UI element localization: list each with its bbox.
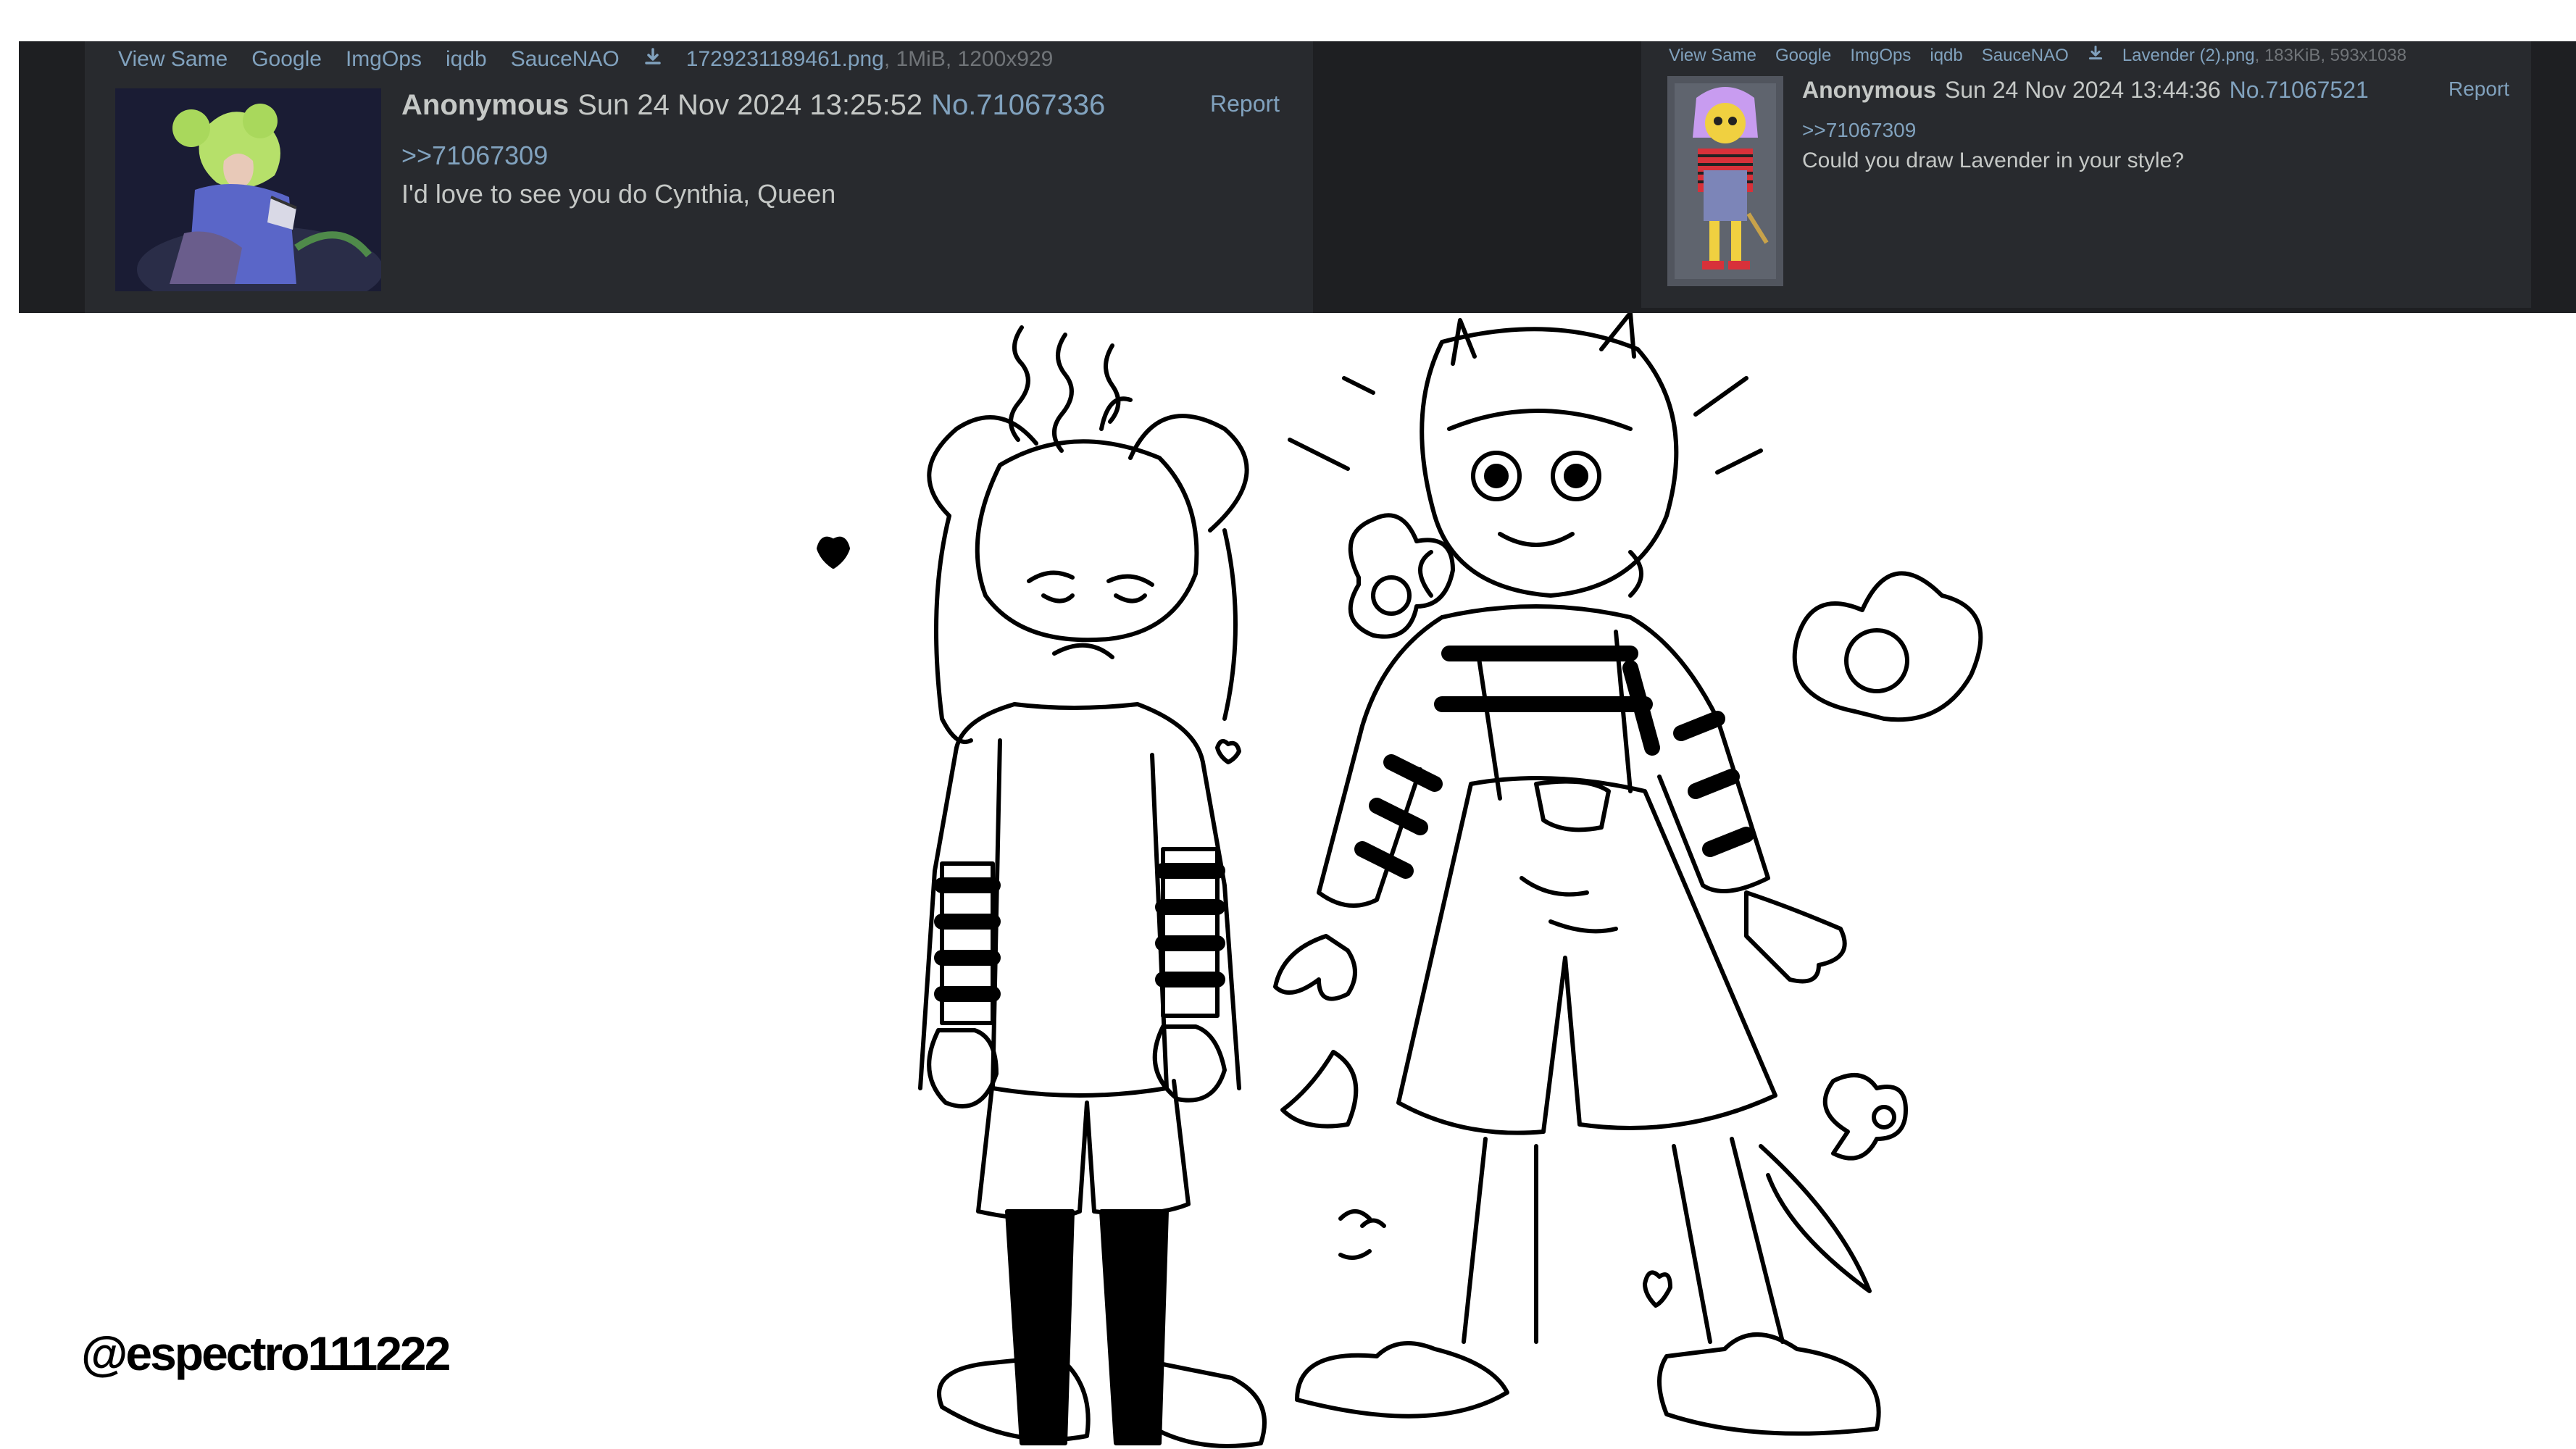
poster-name: Anonymous: [401, 89, 570, 121]
post-thumbnail[interactable]: [115, 88, 381, 291]
view-same-link[interactable]: View Same: [1669, 46, 1756, 66]
post-thumbnail[interactable]: [1667, 76, 1783, 286]
file-meta: , 1MiB, 1200x929: [883, 47, 1054, 71]
iqdb-link[interactable]: iqdb: [446, 47, 487, 72]
character-drawing: [817, 313, 1983, 1448]
file-name-link[interactable]: Lavender (2).png: [2122, 46, 2255, 66]
artist-watermark: @espectro111222: [81, 1327, 451, 1380]
file-info: View Same Google ImgOps iqdb SauceNAO La…: [1669, 45, 2406, 66]
google-link[interactable]: Google: [251, 47, 322, 72]
post-date: Sun 24 Nov 2024 13:44:36: [1944, 77, 2221, 103]
poster-name: Anonymous: [1802, 77, 1936, 103]
post-date: Sun 24 Nov 2024 13:25:52: [578, 89, 923, 121]
post-message: Could you draw Lavender in your style?: [1802, 149, 2184, 172]
post-number-link[interactable]: No.71067336: [931, 89, 1105, 122]
quote-link[interactable]: >>71067309: [1802, 119, 1916, 142]
report-button[interactable]: Report: [1210, 91, 1280, 117]
file-meta: , 183KiB, 593x1038: [2254, 45, 2407, 65]
view-same-link[interactable]: View Same: [118, 47, 228, 72]
imgops-link[interactable]: ImgOps: [1850, 46, 1911, 66]
reply-post-right: View Same Google ImgOps iqdb SauceNAO La…: [1641, 41, 2531, 308]
saucenao-link[interactable]: SauceNAO: [1982, 46, 2069, 66]
saucenao-link[interactable]: SauceNAO: [511, 47, 620, 72]
file-info: View Same Google ImgOps iqdb SauceNAO 17…: [118, 47, 1053, 72]
post-message: I'd love to see you do Cynthia, Queen: [401, 179, 836, 209]
file-name-link[interactable]: 1729231189461.png: [686, 47, 884, 72]
imgops-link[interactable]: ImgOps: [346, 47, 422, 72]
post-header: Anonymous Sun 24 Nov 2024 13:25:52 No.71…: [401, 89, 1105, 122]
report-button[interactable]: Report: [2448, 78, 2509, 101]
post-number-link[interactable]: No.71067521: [2230, 77, 2369, 104]
reply-post-left: View Same Google ImgOps iqdb SauceNAO 17…: [85, 41, 1313, 313]
post-header: Anonymous Sun 24 Nov 2024 13:44:36 No.71…: [1802, 77, 2369, 104]
download-icon[interactable]: [643, 47, 662, 72]
google-link[interactable]: Google: [1775, 46, 1831, 66]
quote-link[interactable]: >>71067309: [401, 141, 548, 171]
download-icon[interactable]: [2088, 45, 2104, 66]
iqdb-link[interactable]: iqdb: [1930, 46, 1962, 66]
